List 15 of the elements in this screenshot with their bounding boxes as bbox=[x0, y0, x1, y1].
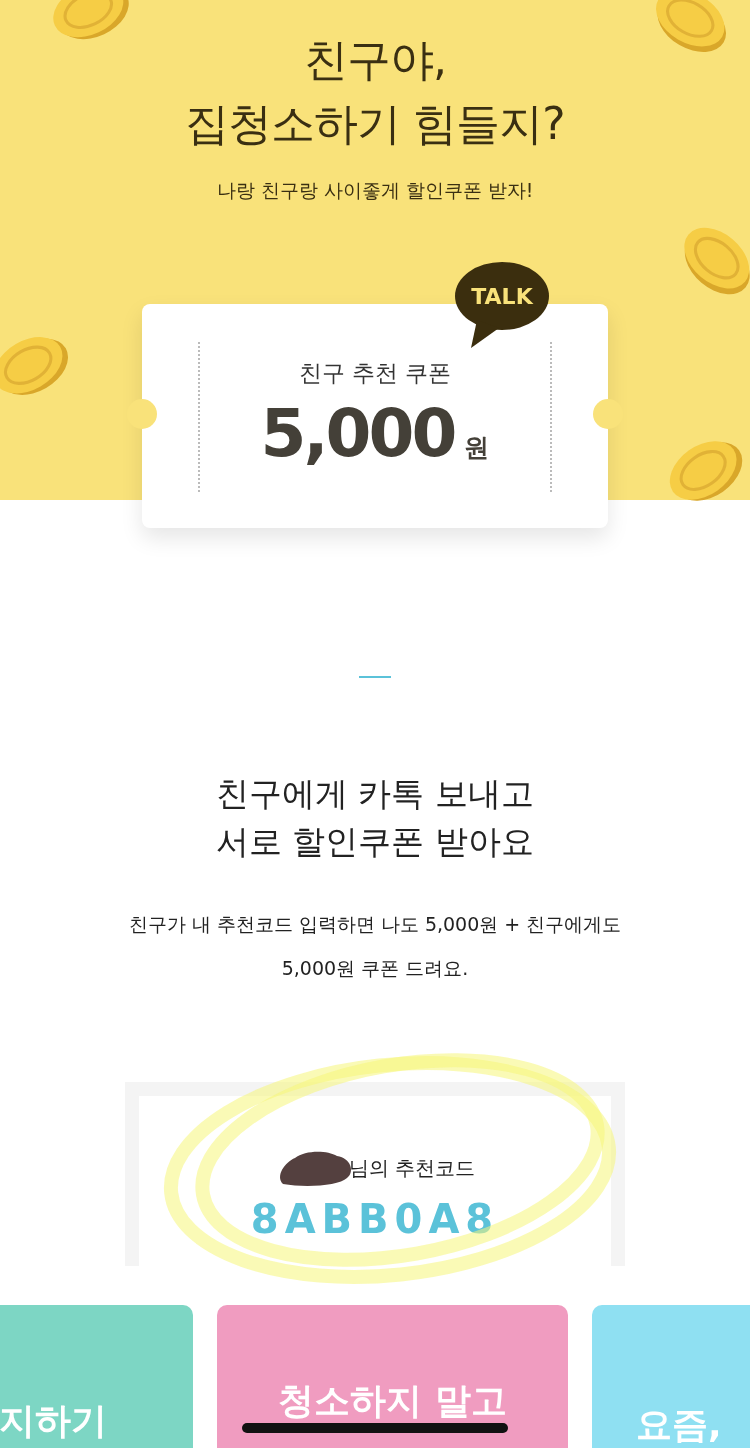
banner-card[interactable]: 지하기 bbox=[0, 1305, 193, 1448]
accent-line bbox=[359, 676, 391, 678]
section-heading: 서로 할인쿠폰 받아요 bbox=[216, 821, 534, 863]
subtitle: 나랑 친구랑 사이좋게 할인쿠폰 받자! bbox=[216, 178, 534, 203]
headline: 집청소하기 힘들지? bbox=[185, 97, 565, 151]
banner-card[interactable]: 요즘, bbox=[592, 1305, 750, 1448]
coupon-amount: 5,000 bbox=[260, 395, 455, 472]
referral-label: 님의 추천코드 bbox=[348, 1154, 476, 1182]
headline: 친구야, bbox=[304, 33, 446, 87]
currency-unit: 원 bbox=[464, 432, 490, 464]
banner-card[interactable]: 청소하지 말고 bbox=[217, 1305, 568, 1448]
description: 친구가 내 추천코드 입력하면 나도 5,000원 + 친구에게도 5,000원 쿠폰 드려요. bbox=[127, 912, 623, 981]
referral-code: 8ABB0A8 bbox=[250, 1196, 500, 1242]
coupon-label: 친구 추천 쿠폰 bbox=[298, 359, 452, 388]
section-heading: 친구에게 카톡 보내고 bbox=[216, 773, 534, 815]
